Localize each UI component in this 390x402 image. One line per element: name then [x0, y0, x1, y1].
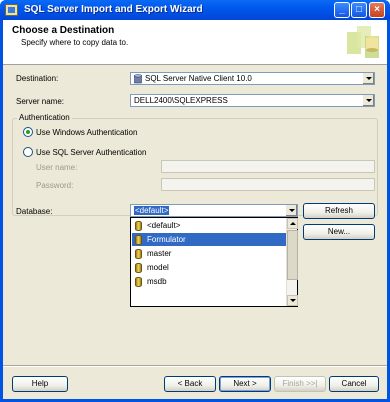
list-item[interactable]: msdb: [132, 275, 287, 288]
footer-divider: [3, 365, 387, 367]
sql-auth-label[interactable]: Use SQL Server Authentication: [36, 148, 146, 157]
back-button[interactable]: < Back: [164, 376, 216, 392]
list-item-selected[interactable]: Formulator: [132, 233, 287, 246]
destination-label: Destination:: [16, 74, 59, 83]
database-icon: [135, 249, 142, 259]
scroll-up-icon[interactable]: [287, 218, 298, 229]
database-value: <default>: [134, 206, 170, 215]
wizard-header: Choose a Destination Specify where to co…: [3, 20, 387, 65]
title-bar[interactable]: SQL Server Import and Export Wizard _ □ …: [0, 0, 390, 20]
authentication-group-label: Authentication: [17, 113, 72, 122]
sql-auth-radio[interactable]: [23, 147, 33, 157]
page-subtitle: Specify where to copy data to.: [21, 38, 129, 47]
dropdown-scrollbar[interactable]: [286, 218, 298, 306]
database-icon: [135, 235, 142, 245]
scroll-down-icon[interactable]: [287, 295, 298, 306]
wizard-graphic-icon: [347, 26, 379, 58]
password-label: Password:: [36, 181, 74, 190]
next-button[interactable]: Next >: [219, 376, 271, 392]
database-icon: [135, 277, 142, 287]
database-select[interactable]: <default>: [130, 204, 298, 217]
chevron-down-icon[interactable]: [362, 73, 374, 84]
username-field: [161, 160, 375, 173]
destination-value: SQL Server Native Client 10.0: [145, 74, 252, 83]
chevron-down-icon[interactable]: [362, 95, 374, 106]
database-dropdown-list[interactable]: <default> Formulator master model msdb: [130, 217, 298, 307]
minimize-button[interactable]: _: [334, 2, 350, 18]
username-label: User name:: [36, 163, 78, 172]
list-item[interactable]: <default>: [132, 219, 287, 232]
database-label: Database:: [16, 207, 53, 216]
new-database-button[interactable]: New...: [303, 224, 375, 240]
maximize-button[interactable]: □: [351, 2, 367, 18]
database-icon: [135, 221, 142, 231]
database-icon: [134, 74, 142, 84]
server-name-label: Server name:: [16, 97, 65, 106]
list-item[interactable]: model: [132, 261, 287, 274]
server-name-value: DELL2400\SQLEXPRESS: [134, 96, 228, 105]
list-item[interactable]: master: [132, 247, 287, 260]
server-name-select[interactable]: DELL2400\SQLEXPRESS: [130, 94, 375, 107]
refresh-button[interactable]: Refresh: [303, 203, 375, 219]
window-title: SQL Server Import and Export Wizard: [24, 4, 203, 15]
database-icon: [135, 263, 142, 273]
wizard-body: Choose a Destination Specify where to co…: [3, 20, 387, 399]
chevron-down-icon[interactable]: [285, 205, 297, 216]
close-button[interactable]: ×: [369, 2, 385, 18]
windows-auth-label[interactable]: Use Windows Authentication: [36, 128, 137, 137]
wizard-window: SQL Server Import and Export Wizard _ □ …: [0, 0, 390, 402]
scroll-thumb[interactable]: [287, 230, 298, 280]
windows-auth-radio[interactable]: [23, 127, 33, 137]
app-icon: [5, 4, 18, 16]
password-field: [161, 178, 375, 191]
help-button[interactable]: Help: [12, 376, 68, 392]
page-title: Choose a Destination: [12, 25, 115, 36]
destination-select[interactable]: SQL Server Native Client 10.0: [130, 72, 375, 85]
finish-button: Finish >>|: [274, 376, 326, 392]
cancel-button[interactable]: Cancel: [329, 376, 379, 392]
